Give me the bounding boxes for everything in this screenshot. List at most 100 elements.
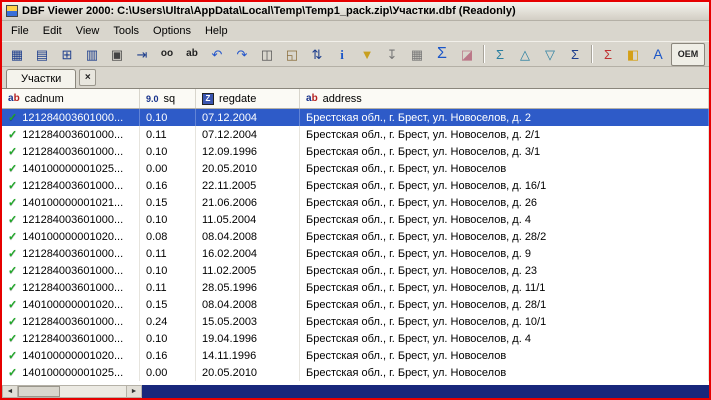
grid-view-button[interactable]: ▦ — [405, 43, 429, 66]
export-button[interactable]: ⇥ — [130, 43, 154, 66]
query-statistics-icon: Σ — [604, 48, 612, 61]
cell-cadnum: ✓121284003601000... — [2, 313, 140, 330]
check-icon: ✓ — [8, 145, 17, 158]
sum-button[interactable]: Σ — [430, 43, 454, 66]
cell-sq: 0.15 — [140, 194, 196, 211]
table-row[interactable]: ✓121284003601000...0.2415.05.2003Брестск… — [2, 313, 709, 330]
redo-button[interactable]: ↷ — [230, 43, 254, 66]
horizontal-scrollbar[interactable]: ◄ ► — [2, 385, 142, 398]
find-button[interactable]: oo — [155, 43, 179, 66]
scrollbar-thumb[interactable] — [18, 386, 60, 397]
table-structure-button[interactable]: ▦ — [5, 43, 29, 66]
tab-close-button[interactable]: × — [79, 69, 96, 86]
column-header-cadnum[interactable]: ab cadnum — [2, 89, 140, 108]
cell-text: 0.10 — [146, 146, 167, 158]
scroll-right-icon[interactable]: ► — [126, 386, 141, 397]
table-row[interactable]: ✓140100000001020...0.1614.11.1996Брестск… — [2, 347, 709, 364]
title-bar[interactable]: DBF Viewer 2000: C:\Users\Ultra\AppData\… — [2, 2, 709, 21]
scroll-left-icon[interactable]: ◄ — [3, 386, 18, 397]
table-row[interactable]: ✓140100000001025...0.0020.05.2010Брестск… — [2, 364, 709, 381]
table-row[interactable]: ✓121284003601000...0.1622.11.2005Брестск… — [2, 177, 709, 194]
grid-view-icon: ▦ — [411, 48, 423, 61]
colors-button[interactable]: ◧ — [621, 43, 645, 66]
cell-address: Брестская обл., г. Брест, ул. Новоселов,… — [300, 177, 709, 194]
cell-cadnum: ✓121284003601000... — [2, 262, 140, 279]
cell-sq: 0.08 — [140, 228, 196, 245]
table-row[interactable]: ✓121284003601000...0.1116.02.2004Брестск… — [2, 245, 709, 262]
cell-regdate: 20.05.2010 — [196, 160, 300, 177]
menu-edit[interactable]: Edit — [36, 22, 69, 40]
menu-view[interactable]: View — [69, 22, 107, 40]
menu-options[interactable]: Options — [146, 22, 198, 40]
cell-sq: 0.00 — [140, 364, 196, 381]
print-button[interactable]: ▣ — [105, 43, 129, 66]
cell-address: Брестская обл., г. Брест, ул. Новоселов,… — [300, 109, 709, 126]
replace-button[interactable]: ab — [180, 43, 204, 66]
statistics-sum-icon: Σ — [496, 48, 504, 61]
table-row[interactable]: ✓140100000001020...0.1508.04.2008Брестск… — [2, 296, 709, 313]
cell-text: 0.08 — [146, 231, 167, 243]
cell-text: 0.15 — [146, 197, 167, 209]
statistics-total-button[interactable]: Σ — [563, 43, 587, 66]
statistics-max-button[interactable]: △ — [513, 43, 537, 66]
field-type-char-icon: ab — [8, 93, 20, 104]
table-row[interactable]: ✓121284003601000...0.1007.12.2004Брестск… — [2, 109, 709, 126]
pin-button[interactable]: ↧ — [380, 43, 404, 66]
font-button[interactable]: A — [646, 43, 670, 66]
table-row[interactable]: ✓140100000001025...0.0020.05.2010Брестск… — [2, 160, 709, 177]
delete-record-button[interactable]: ▥ — [80, 43, 104, 66]
query-statistics-button[interactable]: Σ — [596, 43, 620, 66]
cell-address: Брестская обл., г. Брест, ул. Новоселов,… — [300, 211, 709, 228]
cell-sq: 0.11 — [140, 245, 196, 262]
table-row[interactable]: ✓140100000001020...0.0808.04.2008Брестск… — [2, 228, 709, 245]
cell-sq: 0.11 — [140, 126, 196, 143]
table-row[interactable]: ✓121284003601000...0.1107.12.2004Брестск… — [2, 126, 709, 143]
table-row[interactable]: ✓121284003601000...0.1011.05.2004Брестск… — [2, 211, 709, 228]
cell-text: Брестская обл., г. Брест, ул. Новоселов — [306, 163, 506, 175]
check-icon: ✓ — [8, 281, 17, 294]
sort-button[interactable]: ⇅ — [305, 43, 329, 66]
data-grid: ab cadnum 9.0sqZregdateabaddress ✓12128400… — [2, 88, 709, 385]
column-label: cadnum — [25, 93, 64, 105]
column-header-regdate[interactable]: Zregdate — [196, 89, 300, 108]
tab-uchastki[interactable]: Участки — [6, 69, 76, 88]
clear-button[interactable]: ◪ — [455, 43, 479, 66]
view-records-button[interactable]: ▤ — [30, 43, 54, 66]
menu-help[interactable]: Help — [198, 22, 235, 40]
copy-button[interactable]: ◫ — [255, 43, 279, 66]
paste-button[interactable]: ◱ — [280, 43, 304, 66]
menu-file[interactable]: File — [4, 22, 36, 40]
oem-charset-button[interactable]: OEM — [671, 43, 705, 66]
cell-cadnum: ✓121284003601000... — [2, 211, 140, 228]
table-row[interactable]: ✓121284003601000...0.1019.04.1996Брестск… — [2, 330, 709, 347]
table-row[interactable]: ✓121284003601000...0.1128.05.1996Брестск… — [2, 279, 709, 296]
table-row[interactable]: ✓121284003601000...0.1012.09.1996Брестск… — [2, 143, 709, 160]
menu-tools[interactable]: Tools — [106, 22, 146, 40]
field-type-num-icon: 9.0 — [146, 94, 159, 104]
grid-header: ab cadnum 9.0sqZregdateabaddress — [2, 89, 709, 109]
cell-text: 16.02.2004 — [202, 248, 257, 260]
cell-text: Брестская обл., г. Брест, ул. Новоселов,… — [306, 197, 537, 209]
cell-address: Брестская обл., г. Брест, ул. Новоселов — [300, 160, 709, 177]
cell-text: Брестская обл., г. Брест, ул. Новоселов,… — [306, 231, 546, 243]
cell-regdate: 15.05.2003 — [196, 313, 300, 330]
cell-text: 11.05.2004 — [202, 214, 256, 226]
app-window: DBF Viewer 2000: C:\Users\Ultra\AppData\… — [0, 0, 711, 400]
column-header-sq[interactable]: 9.0sq — [140, 89, 196, 108]
cell-cadnum: ✓140100000001025... — [2, 364, 140, 381]
redo-icon: ↷ — [237, 48, 248, 61]
clear-icon: ◪ — [461, 48, 473, 61]
table-row[interactable]: ✓121284003601000...0.1011.02.2005Брестск… — [2, 262, 709, 279]
cell-text: 0.00 — [146, 163, 167, 175]
column-header-address[interactable]: abaddress — [300, 89, 709, 108]
cell-text: Брестская обл., г. Брест, ул. Новоселов — [306, 350, 506, 362]
add-record-button[interactable]: ⊞ — [55, 43, 79, 66]
statistics-sum-button[interactable]: Σ — [488, 43, 512, 66]
filter-button[interactable]: ▼ — [355, 43, 379, 66]
undo-button[interactable]: ↶ — [205, 43, 229, 66]
cell-text: 0.11 — [146, 282, 167, 294]
scrollbar-track[interactable] — [18, 386, 126, 397]
info-button[interactable]: i — [330, 43, 354, 66]
table-row[interactable]: ✓140100000001021...0.1521.06.2006Брестск… — [2, 194, 709, 211]
statistics-min-button[interactable]: ▽ — [538, 43, 562, 66]
